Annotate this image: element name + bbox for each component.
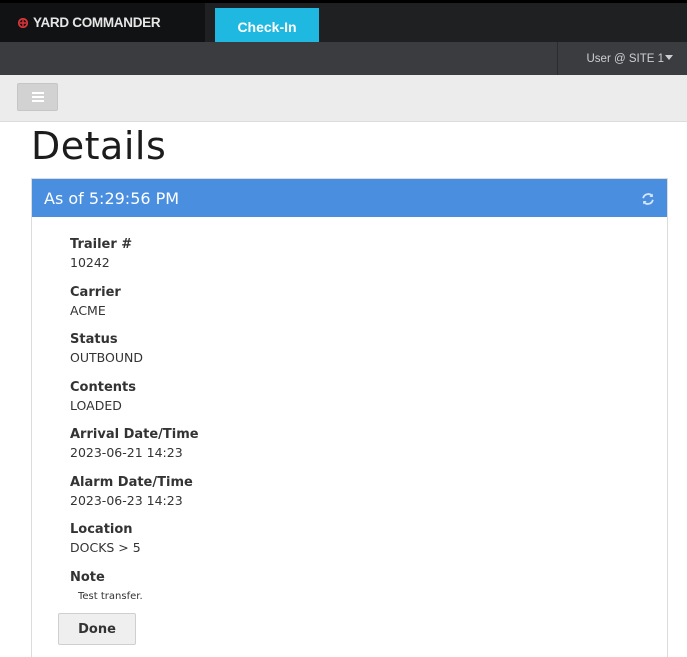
brand-name: YARD COMMANDER — [33, 15, 161, 30]
field-value: 2023-06-23 14:23 — [70, 492, 183, 508]
field-label: Contents — [70, 379, 136, 395]
field-value: OUTBOUND — [70, 350, 143, 365]
brand-logo-icon — [18, 17, 28, 28]
hamburger-icon — [31, 92, 44, 94]
toolbar — [0, 75, 687, 122]
field-alarm: Alarm Date/Time 2023-06-23 14:23 — [70, 475, 199, 523]
field-label: Alarm Date/Time — [70, 474, 193, 490]
field-carrier: Carrier ACME — [70, 285, 199, 333]
brand[interactable]: YARD COMMANDER — [0, 3, 205, 42]
detail-fields: Trailer # 10242 Carrier ACME Status OUTB… — [70, 237, 199, 617]
menu-toggle-button[interactable] — [17, 83, 58, 111]
field-label: Trailer # — [70, 237, 133, 252]
done-button[interactable]: Done — [58, 613, 136, 645]
field-value: DOCKS > 5 — [70, 540, 141, 555]
field-value: LOADED — [70, 397, 122, 413]
page-title: Details — [31, 124, 167, 168]
panel-header: As of 5:29:56 PM — [32, 179, 667, 217]
field-trailer: Trailer # 10242 — [70, 237, 199, 285]
field-status: Status OUTBOUND — [70, 332, 199, 380]
tab-check-in[interactable]: Check-In — [215, 8, 319, 45]
field-value: 10242 — [70, 255, 110, 270]
user-menu-dropdown[interactable]: User @ SITE 1 — [557, 42, 687, 75]
field-label: Note — [70, 569, 105, 585]
field-label: Carrier — [70, 284, 121, 300]
field-note: Note Test transfer. — [70, 570, 199, 618]
caret-down-icon — [665, 55, 673, 60]
refresh-icon[interactable] — [641, 191, 655, 205]
field-value: 2023-06-21 14:23 — [70, 445, 183, 460]
panel-heading: As of 5:29:56 PM — [44, 188, 180, 208]
top-navbar: YARD COMMANDER Check-In — [0, 0, 687, 45]
field-arrival: Arrival Date/Time 2023-06-21 14:23 — [70, 427, 199, 475]
field-contents: Contents LOADED — [70, 380, 199, 428]
user-menu-label: User @ SITE 1 — [586, 52, 665, 65]
field-location: Location DOCKS > 5 — [70, 522, 199, 570]
field-label: Arrival Date/Time — [70, 427, 199, 442]
user-bar: User @ SITE 1 — [0, 42, 687, 75]
field-label: Location — [70, 522, 133, 537]
field-value: Test transfer. — [78, 590, 143, 602]
field-value: ACME — [70, 302, 106, 318]
details-panel: As of 5:29:56 PM Trailer # 10242 Carrier… — [31, 178, 668, 657]
field-label: Status — [70, 332, 118, 347]
